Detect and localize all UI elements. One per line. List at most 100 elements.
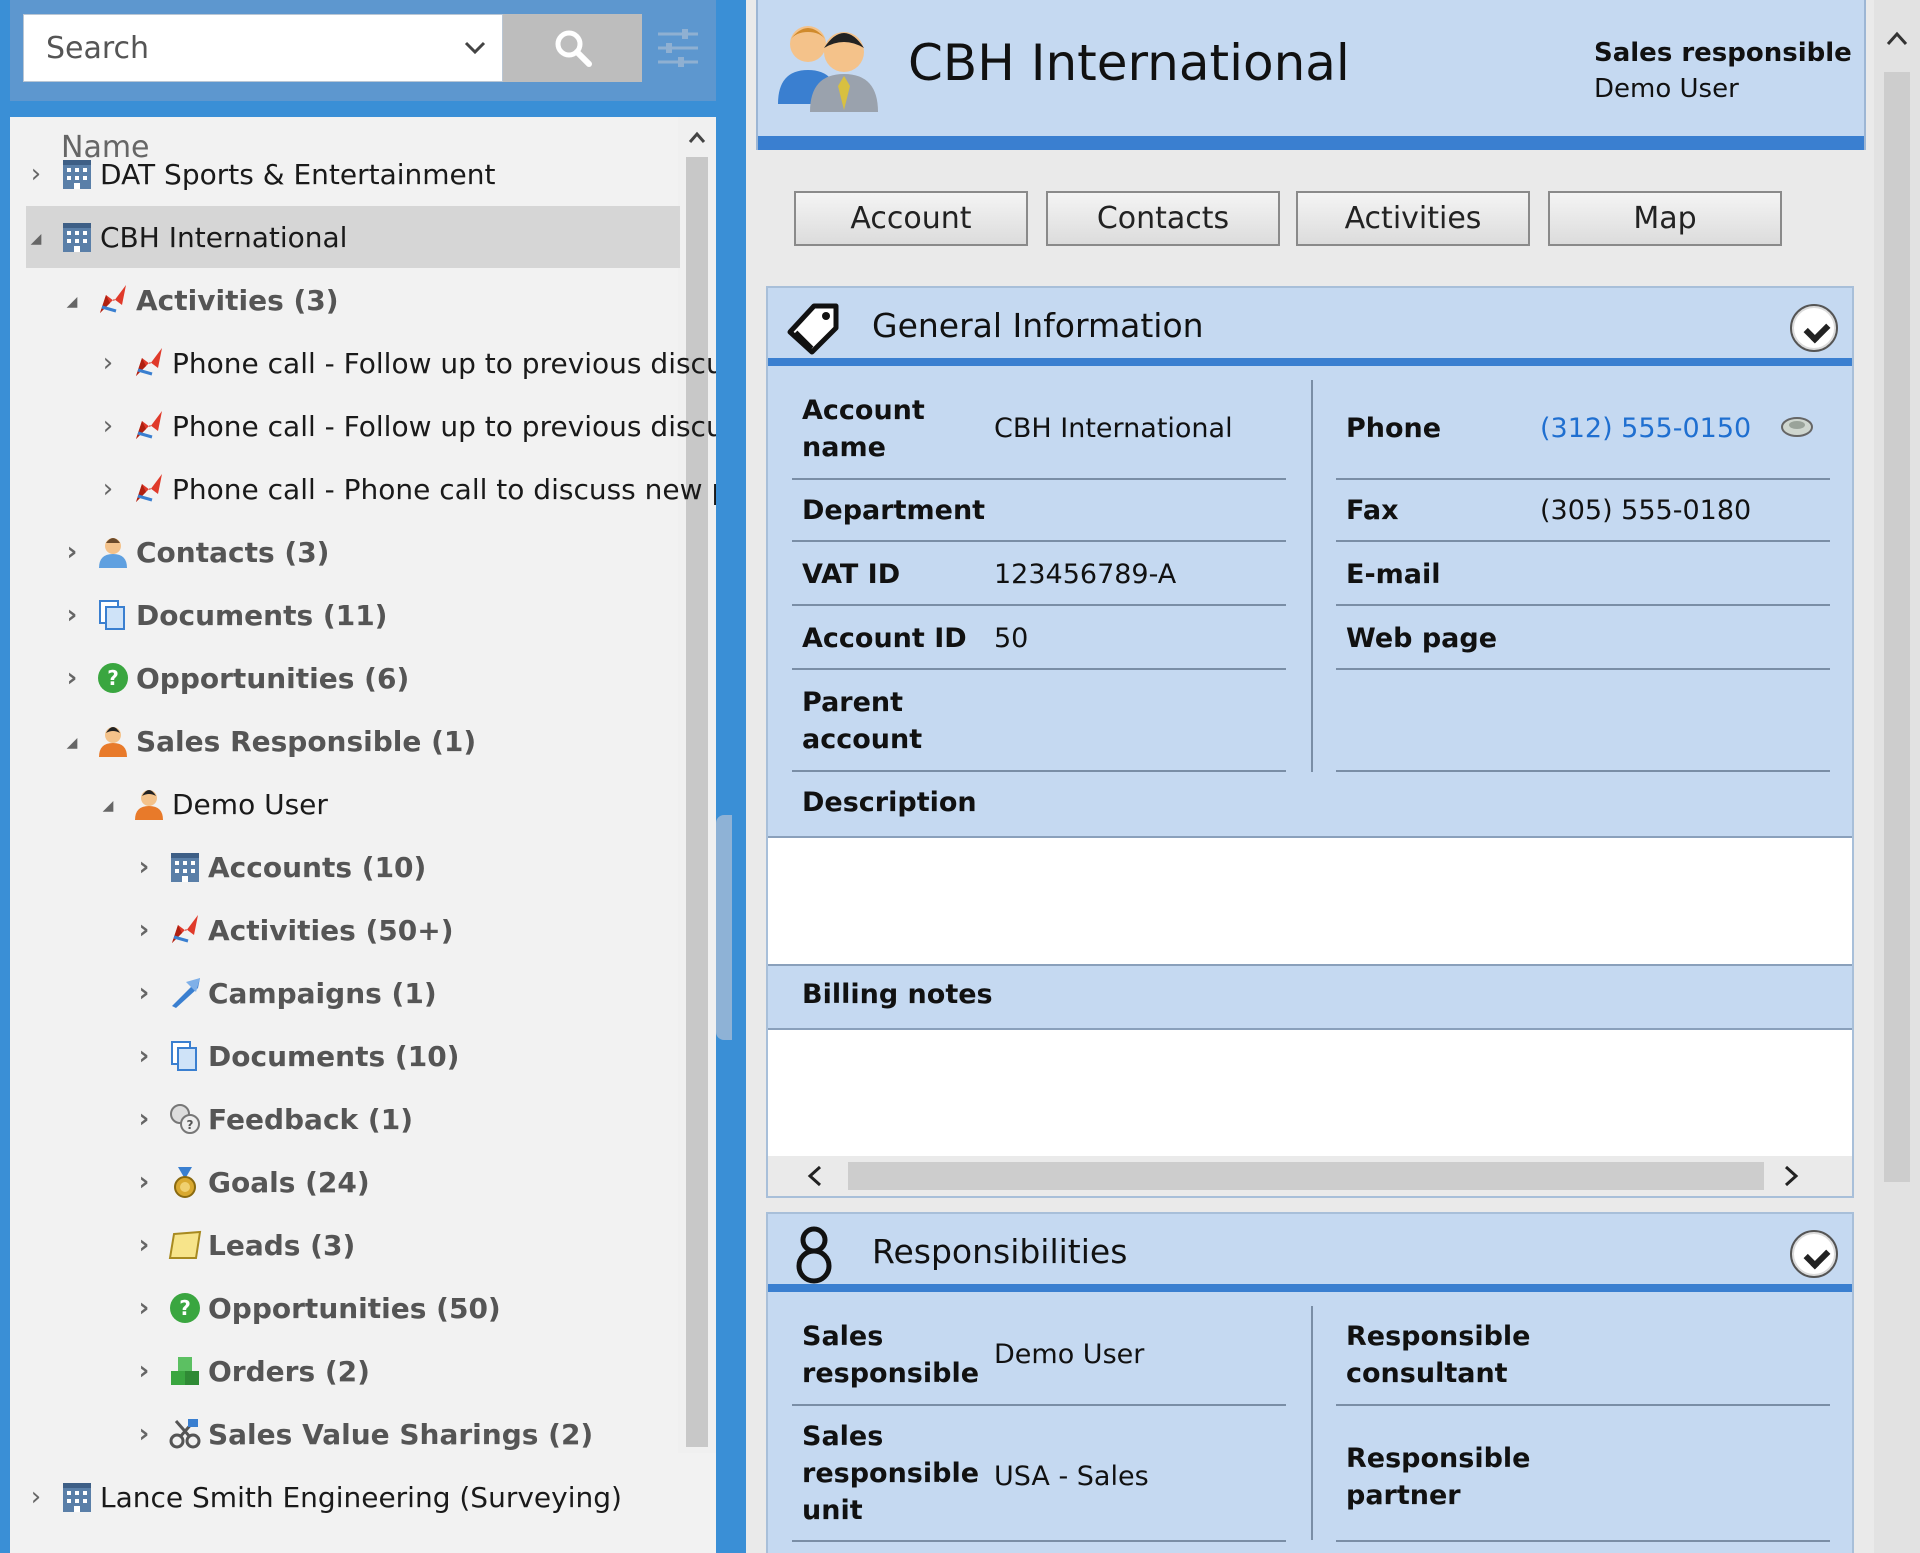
- section-header[interactable]: Responsibilities: [768, 1214, 1852, 1292]
- tree-node[interactable]: ›? Opportunities (6): [62, 647, 410, 709]
- tree-node[interactable]: › Sales Value Sharings (2): [134, 1403, 594, 1465]
- expand-arrow-icon[interactable]: ›: [134, 852, 154, 882]
- tree-node-label: Phone call - Follow up to previous discu: [172, 409, 716, 443]
- activity-icon: [132, 409, 166, 443]
- tab-contacts[interactable]: Contacts: [1046, 191, 1280, 246]
- collapse-toggle-icon[interactable]: [1790, 1230, 1838, 1278]
- field-separator: [792, 668, 1286, 670]
- splitter-grip[interactable]: [716, 815, 732, 1040]
- tree-node[interactable]: ◢ Activities (3): [62, 269, 339, 331]
- tree-node[interactable]: › Activities (50+): [134, 899, 454, 961]
- filter-button[interactable]: [650, 14, 706, 82]
- expand-arrow-icon[interactable]: ›: [134, 1419, 154, 1449]
- tree-node[interactable]: › Documents (11): [62, 584, 388, 646]
- expand-arrow-icon[interactable]: ›: [26, 1482, 46, 1512]
- field-value-vat-id[interactable]: 123456789-A: [994, 556, 1176, 593]
- field-label-account-id: Account ID: [802, 623, 967, 654]
- campaign-icon: [168, 976, 202, 1010]
- scroll-up-icon[interactable]: [1884, 26, 1910, 52]
- search-input[interactable]: [24, 15, 454, 81]
- detail-scrollbar-thumb[interactable]: [1884, 72, 1910, 1182]
- scroll-left-icon[interactable]: [804, 1164, 828, 1188]
- field-value-account-id[interactable]: 50: [994, 620, 1028, 657]
- documents-icon: [96, 598, 130, 632]
- horizontal-scrollbar[interactable]: [768, 1156, 1852, 1196]
- tree-node[interactable]: ›? Feedback (1): [134, 1088, 413, 1150]
- tree-node[interactable]: › Lance Smith Engineering (Surveying): [26, 1466, 622, 1528]
- phone-dial-icon[interactable]: [1780, 414, 1814, 440]
- field-value-sales-responsible-unit[interactable]: USA - Sales: [994, 1458, 1149, 1495]
- expand-arrow-icon[interactable]: ›: [134, 1356, 154, 1386]
- tree-node[interactable]: › Phone call - Phone call to discuss new …: [98, 458, 716, 520]
- section-title: General Information: [872, 306, 1204, 345]
- description-textarea[interactable]: [768, 836, 1852, 966]
- field-value-fax[interactable]: (305) 555-0180: [1540, 492, 1751, 529]
- collapse-arrow-icon[interactable]: ◢: [26, 222, 46, 252]
- field-value-sales-responsible[interactable]: Demo User: [994, 1336, 1144, 1373]
- tree-node[interactable]: ›? Opportunities (50): [134, 1277, 501, 1339]
- tree-node[interactable]: › Phone call - Follow up to previous disc…: [98, 332, 716, 394]
- expand-arrow-icon[interactable]: ›: [98, 411, 118, 441]
- expand-arrow-icon[interactable]: ›: [134, 978, 154, 1008]
- tab-map[interactable]: Map: [1548, 191, 1782, 246]
- tab-account[interactable]: Account: [794, 191, 1028, 246]
- tree-node[interactable]: ◢ Sales Responsible (1): [62, 710, 477, 772]
- tree-node[interactable]: › Documents (10): [134, 1025, 460, 1087]
- field-separator: [792, 1540, 1286, 1542]
- tree-node-label: CBH International: [100, 220, 348, 254]
- search-bar: [10, 0, 716, 101]
- field-label-department: Department: [802, 495, 986, 526]
- tree-node[interactable]: › DAT Sports & Entertainment: [26, 143, 496, 205]
- field-value-account-name[interactable]: CBH International: [994, 410, 1233, 447]
- billing-notes-textarea[interactable]: [768, 1028, 1852, 1158]
- expand-arrow-icon[interactable]: ›: [134, 1104, 154, 1134]
- tree-node-label: Leads (3): [208, 1228, 356, 1262]
- tree-node[interactable]: › Campaigns (1): [134, 962, 437, 1024]
- tree-node[interactable]: ◢ CBH International: [26, 206, 680, 268]
- pane-splitter[interactable]: [716, 0, 746, 1553]
- scroll-up-icon[interactable]: [686, 127, 708, 149]
- collapse-arrow-icon[interactable]: ◢: [62, 726, 82, 756]
- contact-icon: [96, 535, 130, 569]
- tab-activities[interactable]: Activities: [1296, 191, 1530, 246]
- tree-node[interactable]: › Goals (24): [134, 1151, 370, 1213]
- search-box[interactable]: [23, 14, 503, 82]
- tree-node[interactable]: › Accounts (10): [134, 836, 427, 898]
- tree-node[interactable]: › Leads (3): [134, 1214, 356, 1276]
- billing-notes-label: Billing notes: [802, 979, 993, 1010]
- expand-arrow-icon[interactable]: ›: [62, 663, 82, 693]
- tree-node-label: Sales Responsible (1): [136, 724, 477, 758]
- collapse-arrow-icon[interactable]: ◢: [62, 285, 82, 315]
- expand-arrow-icon[interactable]: ›: [62, 537, 82, 567]
- expand-arrow-icon[interactable]: ›: [62, 600, 82, 630]
- tree-node[interactable]: › Phone call - Follow up to previous disc…: [98, 395, 716, 457]
- section-header[interactable]: General Information: [768, 288, 1852, 366]
- collapse-arrow-icon[interactable]: ◢: [98, 789, 118, 819]
- tree-node-label: Phone call - Phone call to discuss new p: [172, 472, 716, 506]
- tree-scrollbar[interactable]: [678, 117, 716, 1453]
- tree-node-label: Sales Value Sharings (2): [208, 1417, 594, 1451]
- expand-arrow-icon[interactable]: ›: [134, 1230, 154, 1260]
- tree-node[interactable]: › Orders (2): [134, 1340, 370, 1402]
- chevron-down-icon[interactable]: [460, 33, 490, 63]
- record-header: CBH International Sales responsible Demo…: [756, 0, 1866, 150]
- expand-arrow-icon[interactable]: ›: [134, 1293, 154, 1323]
- tree-node[interactable]: ◢ Demo User: [98, 773, 328, 835]
- search-button[interactable]: [503, 14, 642, 82]
- expand-arrow-icon[interactable]: ›: [98, 474, 118, 504]
- scroll-right-icon[interactable]: [1778, 1164, 1802, 1188]
- feedback-icon: ?: [168, 1102, 202, 1136]
- field-label-responsible-partner: Responsible partner: [1346, 1443, 1531, 1511]
- expand-arrow-icon[interactable]: ›: [134, 1167, 154, 1197]
- tag-icon: [787, 303, 839, 355]
- tree-node[interactable]: › Contacts (3): [62, 521, 330, 583]
- expand-arrow-icon[interactable]: ›: [134, 1041, 154, 1071]
- field-value-phone[interactable]: (312) 555-0150: [1540, 410, 1751, 447]
- detail-scrollbar[interactable]: [1874, 0, 1920, 1553]
- expand-arrow-icon[interactable]: ›: [134, 915, 154, 945]
- horizontal-scrollbar-thumb[interactable]: [848, 1162, 1764, 1190]
- medal-icon: [168, 1165, 202, 1199]
- expand-arrow-icon[interactable]: ›: [98, 348, 118, 378]
- expand-arrow-icon[interactable]: ›: [26, 159, 46, 189]
- collapse-toggle-icon[interactable]: [1790, 304, 1838, 352]
